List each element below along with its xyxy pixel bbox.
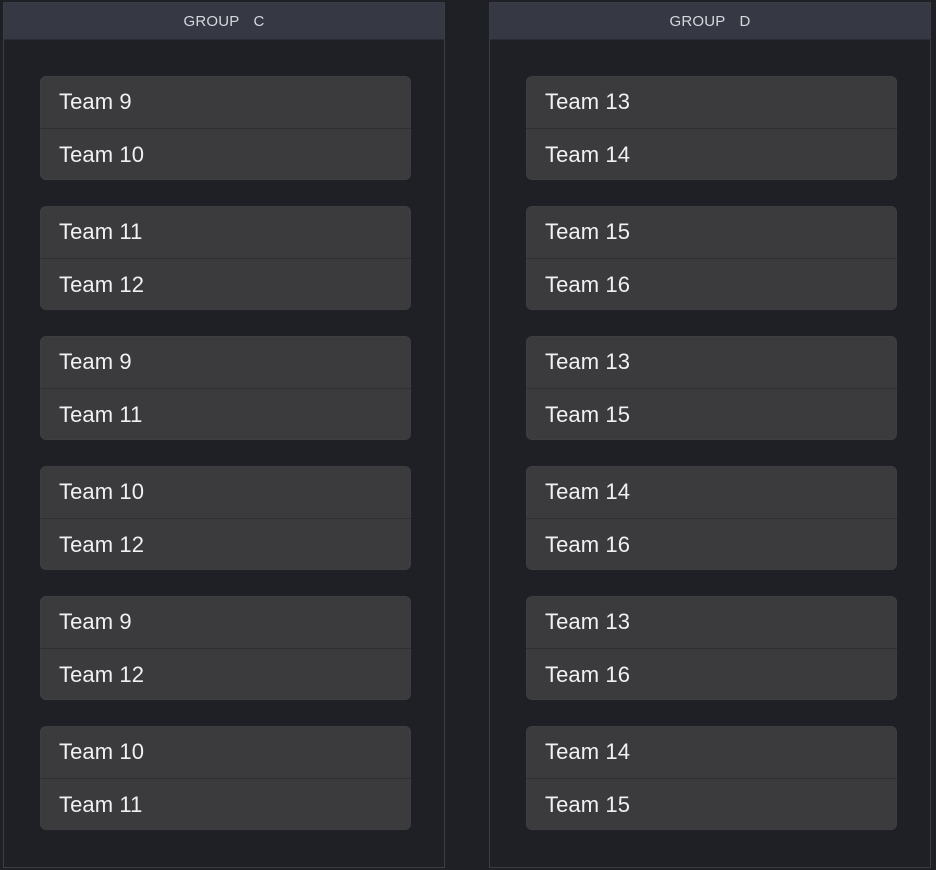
team-row[interactable]: Team 10 [40,466,411,518]
match-list-d: Team 13 Team 14 Team 15 Team 16 Team 13 … [526,76,897,856]
group-letter: C [253,12,265,30]
match-card: Team 11 Team 12 [40,206,411,310]
team-row[interactable]: Team 12 [40,518,411,570]
match-card: Team 9 Team 10 [40,76,411,180]
match-card: Team 14 Team 16 [526,466,897,570]
match-card: Team 14 Team 15 [526,726,897,830]
team-row[interactable]: Team 9 [40,596,411,648]
team-row[interactable]: Team 11 [40,206,411,258]
match-card: Team 9 Team 11 [40,336,411,440]
team-row[interactable]: Team 11 [40,388,411,440]
team-row[interactable]: Team 15 [526,206,897,258]
group-letter: D [739,12,751,30]
team-row[interactable]: Team 16 [526,518,897,570]
match-card: Team 13 Team 14 [526,76,897,180]
match-card: Team 9 Team 12 [40,596,411,700]
match-card: Team 13 Team 16 [526,596,897,700]
match-list-c: Team 9 Team 10 Team 11 Team 12 Team 9 Te… [40,76,411,856]
team-row[interactable]: Team 14 [526,128,897,180]
team-row[interactable]: Team 12 [40,258,411,310]
team-row[interactable]: Team 15 [526,778,897,830]
team-row[interactable]: Team 15 [526,388,897,440]
team-row[interactable]: Team 13 [526,596,897,648]
group-header-d: GROUP D [490,3,930,40]
match-card: Team 10 Team 11 [40,726,411,830]
group-title: GROUP [183,12,240,30]
team-row[interactable]: Team 11 [40,778,411,830]
match-card: Team 10 Team 12 [40,466,411,570]
team-row[interactable]: Team 10 [40,128,411,180]
team-row[interactable]: Team 16 [526,258,897,310]
team-row[interactable]: Team 10 [40,726,411,778]
group-header-c: GROUP C [4,3,444,40]
team-row[interactable]: Team 9 [40,336,411,388]
group-panel-d: GROUP D Team 13 Team 14 Team 15 Team 16 … [489,2,931,868]
team-row[interactable]: Team 14 [526,726,897,778]
group-title: GROUP [669,12,726,30]
team-row[interactable]: Team 13 [526,76,897,128]
match-card: Team 13 Team 15 [526,336,897,440]
match-card: Team 15 Team 16 [526,206,897,310]
team-row[interactable]: Team 16 [526,648,897,700]
team-row[interactable]: Team 14 [526,466,897,518]
team-row[interactable]: Team 9 [40,76,411,128]
team-row[interactable]: Team 12 [40,648,411,700]
group-panel-c: GROUP C Team 9 Team 10 Team 11 Team 12 T… [3,2,445,868]
team-row[interactable]: Team 13 [526,336,897,388]
